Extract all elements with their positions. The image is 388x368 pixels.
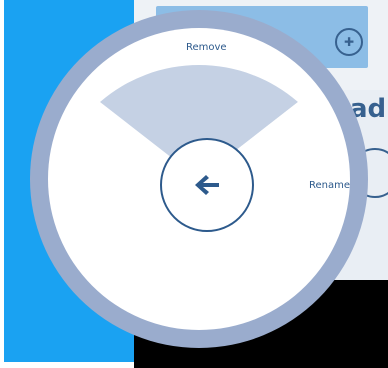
remove-menu-item[interactable]: Remove [186,42,227,53]
back-button[interactable] [160,138,254,232]
rename-menu-item[interactable]: Rename [309,180,350,191]
back-arrow-icon [195,175,219,195]
